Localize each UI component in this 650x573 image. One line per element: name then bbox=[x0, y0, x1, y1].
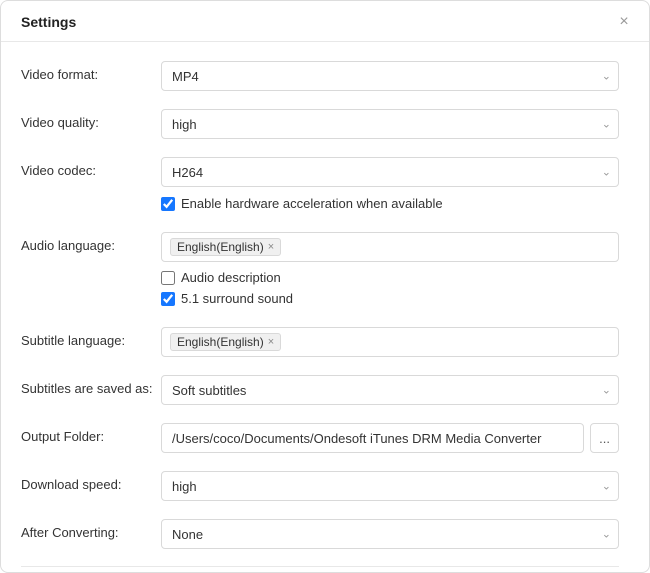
download-speed-select[interactable]: high medium low bbox=[161, 471, 619, 501]
subtitle-language-control: English(English) × bbox=[161, 327, 619, 357]
video-format-select[interactable]: MP4 MKV AVI bbox=[161, 61, 619, 91]
audio-desc-checkbox[interactable] bbox=[161, 271, 175, 285]
settings-content: Video format: MP4 MKV AVI ⌄ Video qualit… bbox=[1, 42, 649, 572]
output-folder-browse-button[interactable]: ... bbox=[590, 423, 619, 453]
output-folder-input[interactable] bbox=[161, 423, 584, 453]
subtitles-saved-as-select[interactable]: Soft subtitles Hard subtitles External s… bbox=[161, 375, 619, 405]
audio-language-label: Audio language: bbox=[21, 232, 161, 253]
video-codec-row: Video codec: H264 H265 VP9 ⌄ Enable hard… bbox=[21, 148, 619, 223]
subtitle-language-tag-close[interactable]: × bbox=[268, 336, 274, 348]
audio-language-row: Audio language: English(English) × Audio… bbox=[21, 223, 619, 318]
audio-language-tag-close[interactable]: × bbox=[268, 241, 274, 253]
audio-desc-label: Audio description bbox=[181, 270, 281, 285]
video-format-control: MP4 MKV AVI ⌄ bbox=[161, 61, 619, 91]
download-speed-select-wrapper: high medium low ⌄ bbox=[161, 471, 619, 501]
hw-accel-row: Enable hardware acceleration when availa… bbox=[161, 193, 619, 214]
title-bar: Settings × bbox=[1, 1, 649, 42]
subtitles-saved-as-row: Subtitles are saved as: Soft subtitles H… bbox=[21, 366, 619, 414]
after-converting-row: After Converting: None Open folder Shut … bbox=[21, 510, 619, 558]
hw-accel-label: Enable hardware acceleration when availa… bbox=[181, 196, 443, 211]
after-converting-select-wrapper: None Open folder Shut down ⌄ bbox=[161, 519, 619, 549]
subtitle-language-tag-input[interactable]: English(English) × bbox=[161, 327, 619, 357]
subtitles-saved-as-control: Soft subtitles Hard subtitles External s… bbox=[161, 375, 619, 405]
download-speed-control: high medium low ⌄ bbox=[161, 471, 619, 501]
video-codec-label: Video codec: bbox=[21, 157, 161, 178]
window-title: Settings bbox=[21, 14, 76, 30]
audio-desc-row: Audio description bbox=[161, 267, 619, 288]
close-button[interactable]: × bbox=[615, 13, 633, 31]
video-quality-control: high medium low ⌄ bbox=[161, 109, 619, 139]
output-folder-control: ... bbox=[161, 423, 619, 453]
video-quality-select[interactable]: high medium low bbox=[161, 109, 619, 139]
download-speed-row: Download speed: high medium low ⌄ bbox=[21, 462, 619, 510]
video-quality-select-wrapper: high medium low ⌄ bbox=[161, 109, 619, 139]
video-quality-label: Video quality: bbox=[21, 109, 161, 130]
audio-language-tag: English(English) × bbox=[170, 238, 281, 256]
video-codec-select-wrapper: H264 H265 VP9 ⌄ bbox=[161, 157, 619, 187]
download-speed-label: Download speed: bbox=[21, 471, 161, 492]
after-converting-label: After Converting: bbox=[21, 519, 161, 540]
output-folder-row: Output Folder: ... bbox=[21, 414, 619, 462]
surround-sound-row: 5.1 surround sound bbox=[161, 288, 619, 309]
output-folder-input-group: ... bbox=[161, 423, 619, 453]
subtitles-saved-as-label: Subtitles are saved as: bbox=[21, 375, 161, 396]
surround-sound-checkbox[interactable] bbox=[161, 292, 175, 306]
video-codec-select[interactable]: H264 H265 VP9 bbox=[161, 157, 619, 187]
hw-accel-checkbox[interactable] bbox=[161, 197, 175, 211]
audio-language-tag-text: English(English) bbox=[177, 240, 264, 254]
after-converting-control: None Open folder Shut down ⌄ bbox=[161, 519, 619, 549]
audio-options-group: English(English) × Audio description 5.1… bbox=[161, 232, 619, 309]
audio-language-control: English(English) × Audio description 5.1… bbox=[161, 232, 619, 309]
subtitles-saved-as-select-wrapper: Soft subtitles Hard subtitles External s… bbox=[161, 375, 619, 405]
divider bbox=[21, 566, 619, 567]
surround-sound-label: 5.1 surround sound bbox=[181, 291, 293, 306]
video-codec-control: H264 H265 VP9 ⌄ Enable hardware accelera… bbox=[161, 157, 619, 214]
subtitle-language-tag-text: English(English) bbox=[177, 335, 264, 349]
after-converting-select[interactable]: None Open folder Shut down bbox=[161, 519, 619, 549]
video-format-row: Video format: MP4 MKV AVI ⌄ bbox=[21, 52, 619, 100]
subtitle-language-row: Subtitle language: English(English) × bbox=[21, 318, 619, 366]
settings-window: Settings × Video format: MP4 MKV AVI ⌄ V… bbox=[0, 0, 650, 573]
output-folder-label: Output Folder: bbox=[21, 423, 161, 444]
video-format-label: Video format: bbox=[21, 61, 161, 82]
subtitle-language-tag: English(English) × bbox=[170, 333, 281, 351]
audio-language-tag-input[interactable]: English(English) × bbox=[161, 232, 619, 262]
video-quality-row: Video quality: high medium low ⌄ bbox=[21, 100, 619, 148]
video-format-select-wrapper: MP4 MKV AVI ⌄ bbox=[161, 61, 619, 91]
subtitle-language-label: Subtitle language: bbox=[21, 327, 161, 348]
